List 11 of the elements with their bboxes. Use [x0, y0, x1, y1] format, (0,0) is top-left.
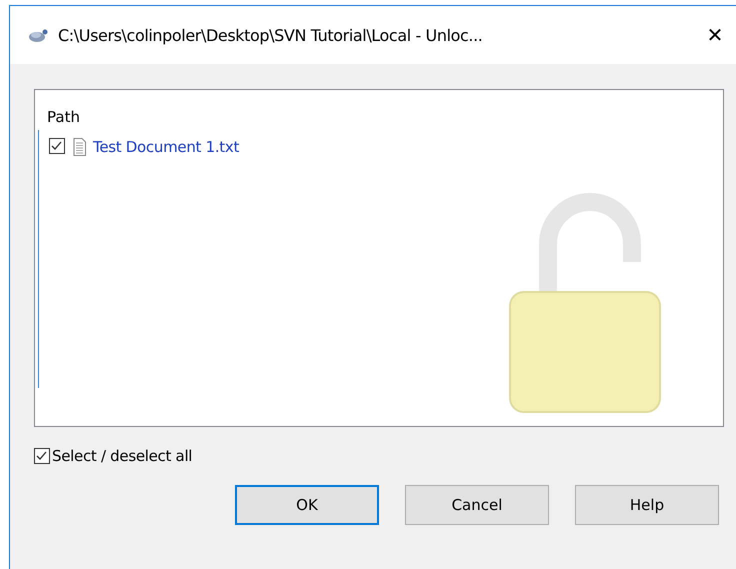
document-icon [73, 138, 87, 157]
dialog-button[interactable]: OK [235, 485, 379, 525]
checkbox[interactable] [49, 138, 65, 154]
checkbox[interactable] [34, 448, 50, 464]
file-name[interactable]: Test Document 1.txt [93, 138, 240, 156]
dialog-button[interactable]: Cancel [405, 485, 549, 525]
dialog-button[interactable]: Help [575, 485, 719, 525]
column-header[interactable]: Path [47, 108, 80, 126]
window-title: C:\Users\colinpoler\Desktop\SVN Tutorial\Local - Unloc... [58, 26, 482, 44]
checkbox-label[interactable]: Select / deselect all [52, 447, 192, 465]
close-button[interactable]: ✕ [700, 20, 730, 50]
